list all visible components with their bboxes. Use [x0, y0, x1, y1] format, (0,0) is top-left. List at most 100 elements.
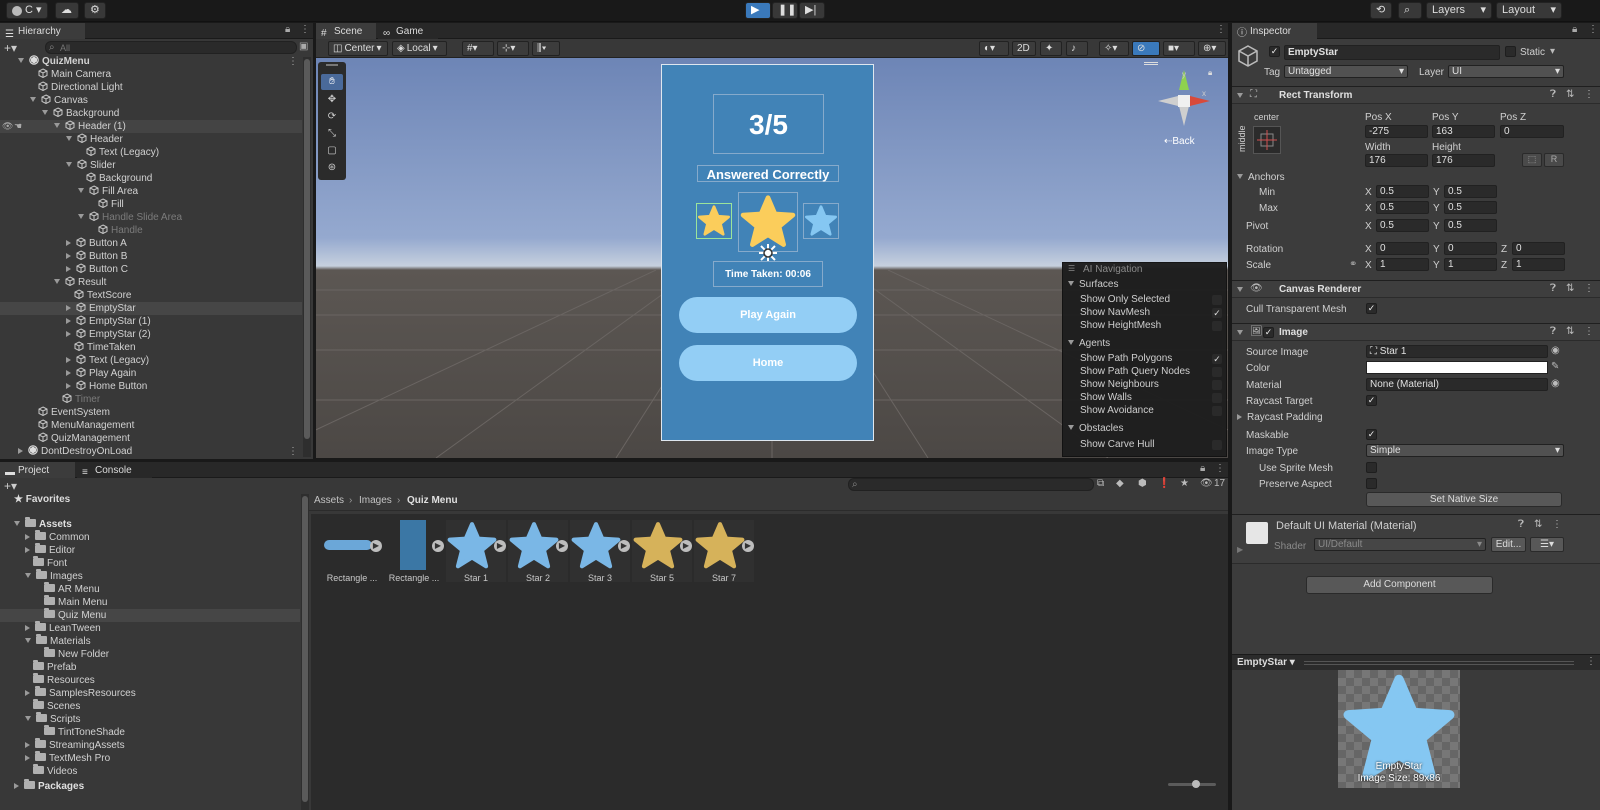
help-icon[interactable]: ❓︎ — [1550, 326, 1556, 337]
source-image-field[interactable]: ⛶ Star 1 — [1366, 345, 1548, 358]
asset-item[interactable]: ▶ Star 7 — [694, 520, 754, 583]
hierarchy-item[interactable]: Header — [0, 133, 302, 146]
ruler-button[interactable]: ⫼▾ — [532, 41, 560, 56]
pos-x-field[interactable]: -275 — [1365, 125, 1428, 138]
scrollbar-thumb[interactable] — [304, 59, 310, 439]
chevron-down-icon[interactable] — [66, 136, 72, 141]
project-folder[interactable]: LeanTween — [0, 621, 300, 635]
project-folder[interactable]: Videos — [0, 764, 300, 778]
show-path-polygons-checkbox[interactable]: ✓ — [1212, 354, 1222, 364]
hierarchy-item[interactable]: DontDestroyOnLoad ⋮ — [0, 445, 302, 458]
anchors-foldout[interactable]: Anchors — [1237, 172, 1285, 183]
layout-dropdown[interactable]: Layout ▾ — [1496, 2, 1562, 19]
blueprint-mode-button[interactable]: ⬚ — [1522, 153, 1542, 167]
effects-toggle[interactable]: ✧▾ — [1099, 41, 1129, 56]
link-icon[interactable]: ⚭ — [1349, 259, 1357, 270]
project-folder[interactable]: Editor — [0, 543, 300, 557]
visibility-toggle[interactable]: ⊘ — [1132, 41, 1160, 56]
project-folder[interactable]: StreamingAssets — [0, 738, 300, 752]
hierarchy-item[interactable]: Main Camera — [0, 68, 302, 81]
help-icon[interactable]: ❓︎ — [1550, 89, 1556, 100]
play-again-button[interactable]: Play Again — [679, 297, 857, 333]
chevron-down-icon[interactable] — [42, 110, 48, 115]
chevron-right-icon[interactable]: ▶ — [1237, 545, 1243, 554]
chevron-right-icon[interactable] — [14, 783, 19, 789]
preset-icon[interactable]: ⇅ — [1566, 89, 1574, 100]
warning-icon[interactable]: ❗ — [1158, 478, 1170, 489]
expand-sprite-icon[interactable]: ▶ — [680, 540, 692, 552]
more-icon[interactable]: ⋮ — [288, 445, 298, 458]
tag-icon[interactable]: ⬢ — [1138, 478, 1147, 489]
object-picker-icon[interactable]: ◉ — [1551, 378, 1560, 389]
use-sprite-mesh-checkbox[interactable] — [1366, 462, 1377, 473]
hierarchy-item[interactable]: Text (Legacy) — [0, 146, 302, 159]
pause-button[interactable]: ❚❚ — [772, 2, 798, 19]
star-left[interactable] — [696, 203, 732, 239]
eyedropper-icon[interactable]: ✎ — [1551, 361, 1559, 372]
show-avoidance-checkbox[interactable] — [1212, 406, 1222, 416]
filter-type-icon[interactable]: ⧉ — [1097, 478, 1104, 489]
asset-item[interactable]: ▶ Star 3 — [570, 520, 630, 583]
search-button[interactable]: ⌕ — [1398, 2, 1422, 19]
hierarchy-item[interactable]: Handle Slide Area — [0, 211, 302, 224]
back-view-button[interactable]: ⇠Back — [1164, 136, 1195, 147]
show-heightmesh-checkbox[interactable] — [1212, 321, 1222, 331]
hierarchy-item[interactable]: TextScore — [0, 289, 302, 302]
image-type-dropdown[interactable]: Simple ▾ — [1366, 444, 1564, 457]
show-walls-checkbox[interactable] — [1212, 393, 1222, 403]
obstacles-header[interactable]: Obstacles — [1068, 423, 1123, 434]
project-folder[interactable]: Quiz Menu — [0, 608, 300, 622]
tab-game[interactable]: ∞ Game — [378, 23, 438, 39]
drag-handle[interactable] — [326, 64, 338, 66]
vector-x-field[interactable]: 0.5 — [1376, 201, 1429, 214]
space-dropdown[interactable]: ◈ Local ▾ — [392, 41, 447, 56]
add-object-button[interactable]: +▾ — [4, 41, 17, 55]
help-icon[interactable]: ❓︎ — [1550, 283, 1556, 294]
pick-icon[interactable]: ☚ — [14, 120, 22, 133]
filter-label-icon[interactable]: ◆ — [1116, 478, 1124, 489]
object-picker-icon[interactable]: ◉ — [1551, 345, 1560, 356]
chevron-right-icon[interactable] — [25, 690, 30, 696]
static-checkbox[interactable] — [1505, 46, 1516, 57]
hierarchy-scrollbar[interactable] — [303, 57, 311, 457]
tree-scrollbar[interactable] — [301, 494, 309, 810]
preserve-aspect-checkbox[interactable] — [1366, 478, 1377, 489]
history-button[interactable]: ⟲ — [1370, 2, 1392, 19]
vector-x-field[interactable]: 0.5 — [1376, 219, 1429, 232]
show-only-selected-checkbox[interactable] — [1212, 295, 1222, 305]
result-card[interactable]: 3/5 Answered Correctly Time Taken: 00:06… — [661, 64, 874, 441]
rect-tool[interactable]: ▢ — [321, 143, 343, 159]
chevron-down-icon[interactable] — [66, 162, 72, 167]
preset-icon[interactable]: ⇅ — [1534, 519, 1542, 530]
gizmos-dropdown[interactable]: ⊕▾ — [1198, 41, 1226, 56]
chevron-right-icon[interactable] — [66, 305, 71, 311]
chevron-right-icon[interactable] — [66, 357, 71, 363]
vector-z-field[interactable]: 0 — [1512, 242, 1565, 255]
raw-edit-button[interactable]: R — [1544, 153, 1564, 167]
hierarchy-item[interactable]: Fill — [0, 198, 302, 211]
chevron-down-icon[interactable] — [30, 97, 36, 102]
lighting-toggle[interactable]: ✦ — [1040, 41, 1062, 56]
more-icon[interactable]: ⋮ — [1215, 463, 1225, 474]
play-button[interactable]: ▶ — [745, 2, 771, 19]
show-path-query-nodes-checkbox[interactable] — [1212, 367, 1222, 377]
preview-dropdown[interactable]: EmptyStar ▾ — [1237, 657, 1295, 668]
expand-sprite-icon[interactable]: ▶ — [556, 540, 568, 552]
vector-y-field[interactable]: 0.5 — [1444, 185, 1497, 198]
preset-icon[interactable]: ⇅ — [1566, 283, 1574, 294]
tab-scene[interactable]: # Scene — [316, 23, 376, 39]
layers-dropdown[interactable]: Layers ▾ — [1426, 2, 1492, 19]
chevron-right-icon[interactable] — [25, 547, 30, 553]
raycast-padding-foldout[interactable]: Raycast Padding — [1237, 412, 1323, 423]
more-icon[interactable]: ⋮ — [1552, 519, 1562, 530]
chevron-down-icon[interactable] — [78, 188, 84, 193]
vector-y-field[interactable]: 0.5 — [1444, 201, 1497, 214]
orientation-gizmo[interactable]: y x — [1156, 68, 1212, 128]
hierarchy-item[interactable]: EmptyStar — [0, 302, 302, 315]
project-folder[interactable]: SamplesResources — [0, 686, 300, 700]
project-folder[interactable]: TintToneShade — [0, 725, 300, 739]
pos-y-field[interactable]: 163 — [1432, 125, 1495, 138]
hierarchy-search-input[interactable] — [60, 42, 280, 53]
image-header[interactable]: 🖼︎ ✓ Image ❓︎ ⇅ ⋮ — [1232, 323, 1600, 341]
asset-item[interactable]: ▶ Rectangle ... — [384, 520, 444, 583]
